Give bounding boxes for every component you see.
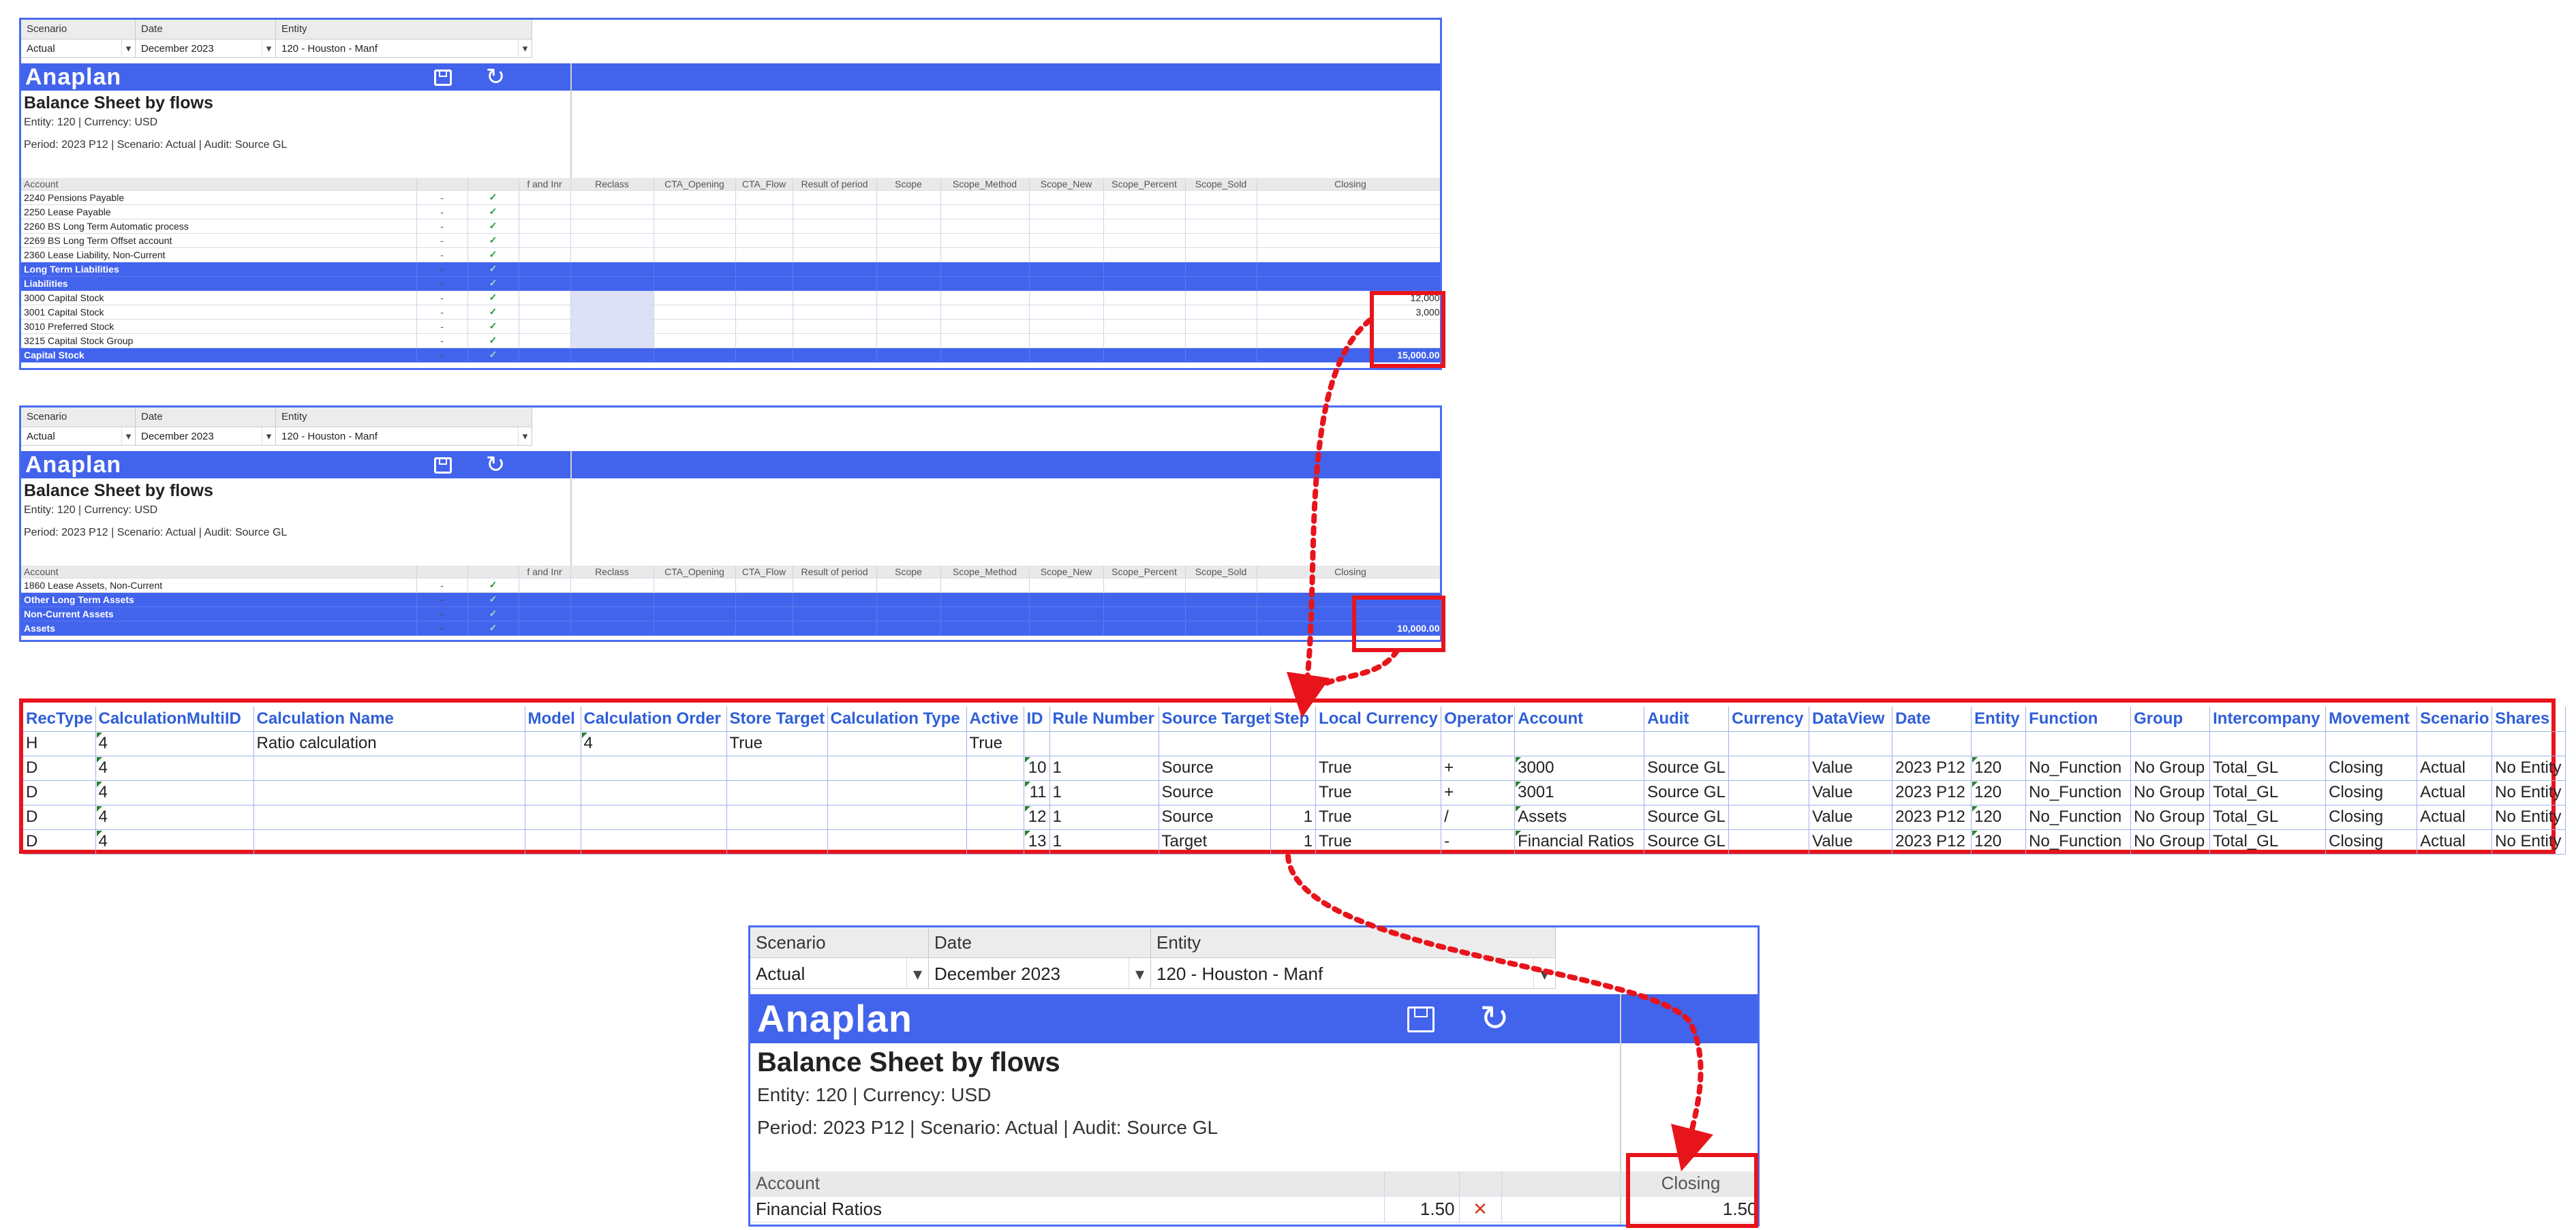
flow-arrows (1285, 318, 1713, 1171)
arrow-capital-to-calc (1286, 318, 1373, 718)
arrow-assets-to-calc (1309, 648, 1400, 694)
arrow-calc-to-result (1285, 853, 1713, 1171)
